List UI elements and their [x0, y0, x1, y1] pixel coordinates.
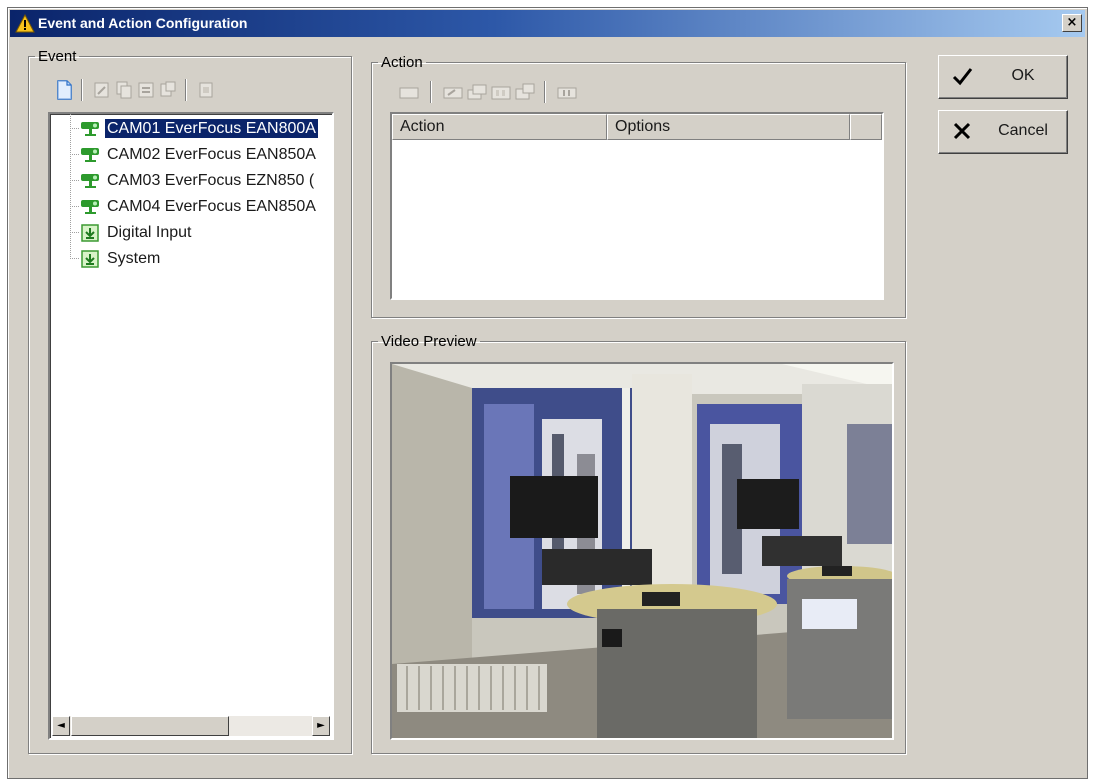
action-list[interactable]: Action Options: [390, 112, 884, 300]
close-button[interactable]: ×: [1062, 14, 1082, 32]
video-preview-legend: Video Preview: [381, 333, 477, 350]
tree-item-label: Digital Input: [107, 224, 192, 241]
horizontal-scrollbar[interactable]: ◄ ►: [52, 716, 330, 736]
checkmark-icon: [952, 68, 973, 86]
tree-item-cam01[interactable]: CAM01 EverFocus EAN800A: [50, 116, 332, 142]
delete-action-icon[interactable]: [556, 82, 578, 102]
edit-icon[interactable]: [93, 80, 111, 100]
cancel-x-icon: [953, 122, 971, 140]
duplicate-action-icon[interactable]: [514, 82, 536, 102]
tree-item-system[interactable]: System: [50, 246, 332, 272]
camera-frame-image: [392, 364, 892, 738]
duplicate-icon[interactable]: [159, 80, 177, 100]
title-bar[interactable]: Event and Action Configuration ×: [10, 10, 1085, 37]
paste-icon[interactable]: [137, 80, 155, 100]
ok-button[interactable]: OK: [938, 55, 1068, 99]
camera-icon: [81, 148, 99, 162]
tree-item-label: System: [107, 250, 161, 267]
event-tree[interactable]: CAM01 EverFocus EAN800A CAM02 EverFocus …: [48, 112, 334, 740]
window-title: Event and Action Configuration: [38, 15, 248, 31]
copy-icon[interactable]: [115, 80, 133, 100]
paste-action-icon[interactable]: [490, 82, 512, 102]
tree-item-digital-input[interactable]: Digital Input: [50, 220, 332, 246]
delete-icon[interactable]: [197, 80, 215, 100]
column-header-options[interactable]: Options: [607, 114, 850, 140]
event-action-dialog: Event and Action Configuration × Event C…: [7, 7, 1088, 779]
tree-item-cam02[interactable]: CAM02 EverFocus EAN850A: [50, 142, 332, 168]
event-toolbar: [55, 78, 285, 104]
cancel-label: Cancel: [998, 122, 1048, 139]
cancel-button[interactable]: Cancel: [938, 110, 1068, 154]
warning-icon: [15, 14, 35, 33]
scroll-thumb[interactable]: [71, 716, 229, 736]
column-header-action[interactable]: Action: [392, 114, 607, 140]
action-legend: Action: [381, 54, 423, 71]
scroll-left-button[interactable]: ◄: [52, 716, 70, 736]
new-action-icon[interactable]: [398, 82, 420, 102]
column-header-filler: [850, 114, 882, 140]
copy-action-icon[interactable]: [466, 82, 488, 102]
tree-item-cam03[interactable]: CAM03 EverFocus EZN850 (: [50, 168, 332, 194]
event-legend: Event: [38, 48, 77, 65]
camera-icon: [81, 174, 99, 188]
video-preview: [390, 362, 894, 740]
action-toolbar: [398, 80, 628, 106]
input-icon: [81, 224, 99, 242]
tree-item-label: CAM03 EverFocus EZN850 (: [107, 172, 315, 189]
tree-item-cam04[interactable]: CAM04 EverFocus EAN850A: [50, 194, 332, 220]
camera-icon: [81, 200, 99, 214]
new-event-icon[interactable]: [55, 80, 73, 100]
tree-item-label: CAM02 EverFocus EAN850A: [107, 146, 316, 163]
tree-item-label: CAM04 EverFocus EAN850A: [107, 198, 316, 215]
camera-icon: [81, 122, 99, 136]
edit-action-icon[interactable]: [442, 82, 464, 102]
input-icon: [81, 250, 99, 268]
ok-label: OK: [1011, 67, 1035, 84]
scroll-right-button[interactable]: ►: [312, 716, 330, 736]
tree-item-label: CAM01 EverFocus EAN800A: [105, 119, 318, 138]
